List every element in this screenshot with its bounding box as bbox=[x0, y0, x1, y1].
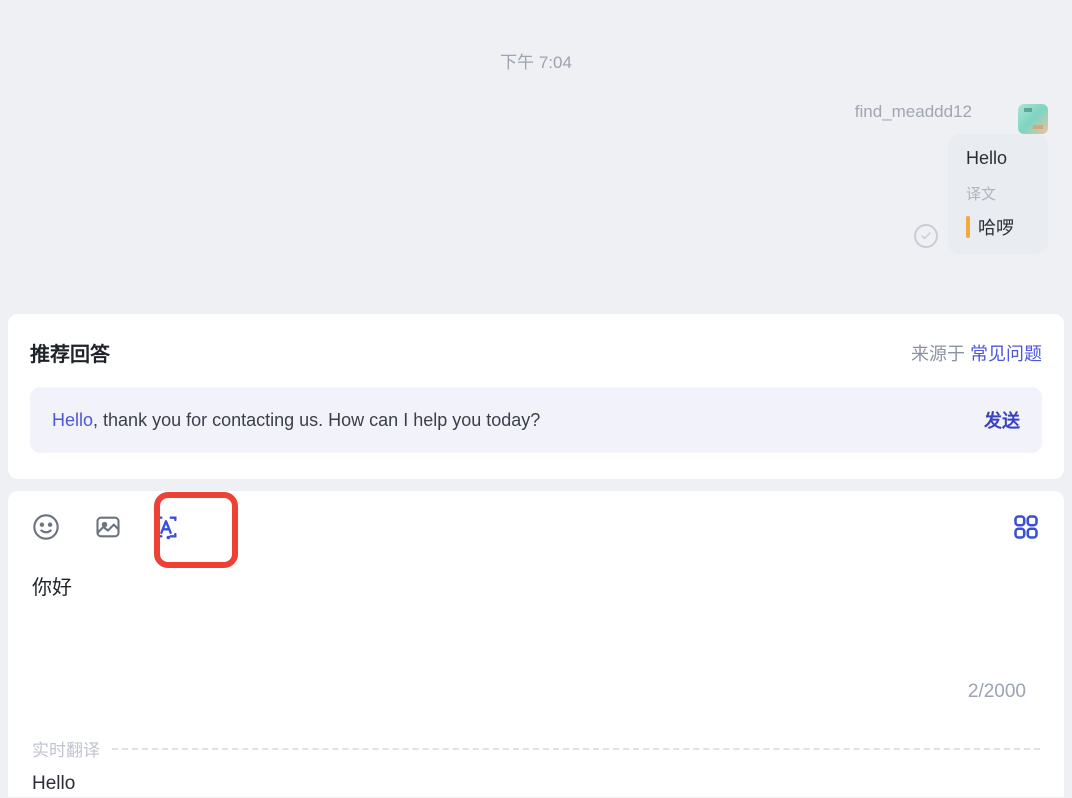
bubble-original-text: Hello bbox=[966, 148, 1030, 169]
composer-input[interactable]: 你好 bbox=[32, 571, 1040, 600]
bubble-translated-text: 哈啰 bbox=[978, 214, 1014, 240]
toolbar bbox=[32, 513, 1040, 541]
emoji-icon[interactable] bbox=[32, 513, 60, 541]
bubble-wrap: Hello 译文 哈啰 bbox=[914, 134, 1048, 254]
composer: 你好 2/2000 实时翻译 Hello bbox=[8, 491, 1064, 797]
recommend-suggestion: Hello, thank you for contacting us. How … bbox=[52, 410, 540, 431]
grid-icon[interactable] bbox=[1012, 513, 1040, 541]
divider-line bbox=[112, 748, 1040, 750]
sender-name: find_meaddd12 bbox=[855, 102, 972, 122]
message-group: find_meaddd12 Hello 译文 哈啰 bbox=[855, 102, 1048, 254]
recommend-row: Hello, thank you for contacting us. How … bbox=[30, 387, 1042, 453]
recommend-panel: 推荐回答 来源于 常见问题 Hello, thank you for conta… bbox=[8, 314, 1064, 479]
check-icon bbox=[914, 224, 938, 248]
timestamp: 下午 7:04 bbox=[20, 0, 1052, 73]
recommend-title: 推荐回答 bbox=[30, 338, 110, 367]
image-icon[interactable] bbox=[94, 513, 122, 541]
bubble-translation-label: 译文 bbox=[966, 183, 1030, 204]
chat-area: 下午 7:04 find_meaddd12 Hello 译文 哈啰 bbox=[0, 0, 1072, 314]
translate-icon[interactable] bbox=[152, 513, 180, 541]
translated-output: Hello bbox=[32, 773, 1040, 795]
realtime-divider: 实时翻译 bbox=[32, 736, 1040, 761]
avatar[interactable] bbox=[1018, 104, 1048, 134]
message-bubble[interactable]: Hello 译文 哈啰 bbox=[948, 134, 1048, 254]
suggestion-highlight: Hello bbox=[52, 410, 93, 430]
source-link[interactable]: 常见问题 bbox=[970, 344, 1042, 364]
recommend-header: 推荐回答 来源于 常见问题 bbox=[30, 338, 1042, 367]
suggestion-rest: , thank you for contacting us. How can I… bbox=[93, 410, 540, 430]
recommend-source: 来源于 常见问题 bbox=[911, 340, 1042, 366]
message-content: find_meaddd12 Hello 译文 哈啰 bbox=[855, 102, 1048, 254]
bubble-translated-row: 哈啰 bbox=[966, 214, 1030, 240]
source-prefix: 来源于 bbox=[911, 344, 970, 364]
send-button[interactable]: 发送 bbox=[984, 407, 1020, 433]
realtime-label: 实时翻译 bbox=[32, 736, 100, 761]
translation-marker bbox=[966, 216, 970, 238]
char-count: 2/2000 bbox=[968, 681, 1026, 703]
